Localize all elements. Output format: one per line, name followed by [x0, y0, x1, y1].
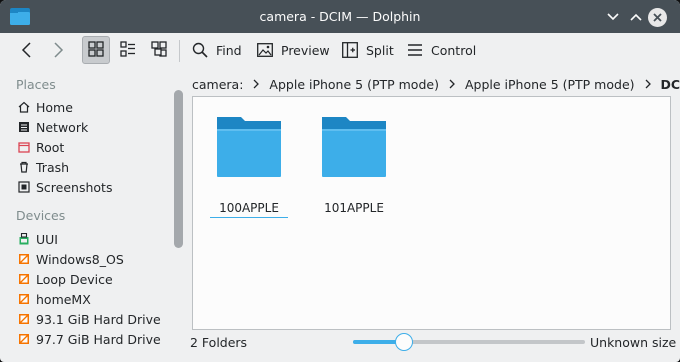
close-icon[interactable]	[648, 8, 667, 27]
status-item-count: 2 Folders	[190, 335, 248, 350]
preview-label: Preview	[281, 42, 330, 58]
back-button[interactable]	[20, 35, 34, 65]
arrow-right-icon	[51, 42, 65, 58]
device-item-label: UUI	[36, 231, 58, 247]
place-item-network[interactable]: Network	[18, 117, 88, 137]
places-section-title: Places	[16, 77, 56, 92]
search-icon	[192, 42, 208, 58]
breadcrumb-item-camera[interactable]: camera:	[192, 77, 243, 92]
toolbar-separator	[179, 40, 180, 62]
place-item-root[interactable]: Root	[18, 137, 64, 157]
forward-button[interactable]	[51, 35, 65, 65]
trash-icon	[18, 161, 30, 173]
device-item-label: 93.1 GiB Hard Drive	[36, 311, 161, 327]
place-item-label: Trash	[36, 159, 70, 175]
device-item-93gib-drive[interactable]: 93.1 GiB Hard Drive	[18, 309, 161, 329]
image-preview-icon	[257, 43, 273, 57]
details-view-icon	[151, 40, 167, 60]
control-label: Control	[431, 42, 477, 58]
hard-drive-icon	[18, 293, 30, 305]
places-scrollbar[interactable]	[174, 90, 183, 248]
device-item-label: Loop Device	[36, 271, 113, 287]
selection-underline	[210, 217, 288, 218]
network-icon	[18, 121, 30, 133]
folder-item-100apple[interactable]: 100APPLE	[204, 111, 294, 221]
preview-button[interactable]: Preview	[257, 35, 330, 65]
minimize-icon[interactable]	[604, 8, 622, 26]
place-item-trash[interactable]: Trash	[18, 157, 69, 177]
zoom-slider-handle[interactable]	[395, 333, 414, 351]
folder-icon	[320, 111, 388, 182]
chevron-right-icon	[449, 79, 455, 89]
split-label: Split	[366, 42, 394, 58]
folder-icon	[215, 111, 283, 182]
place-item-label: Root	[36, 139, 65, 155]
folder-name: 101APPLE	[324, 201, 384, 215]
compact-view-icon	[120, 40, 136, 60]
place-item-label: Network	[36, 119, 89, 135]
device-item-uui[interactable]: UUI	[18, 229, 58, 249]
file-view[interactable]: 100APPLE 101APPLE	[192, 96, 671, 330]
hard-drive-icon	[18, 313, 30, 325]
main-toolbar: Find Preview Split Control	[0, 33, 680, 68]
find-button[interactable]: Find	[192, 35, 242, 65]
maximize-icon[interactable]	[627, 8, 645, 26]
status-free-space: Unknown size	[590, 335, 677, 350]
details-view-button[interactable]	[145, 36, 173, 64]
place-item-home[interactable]: Home	[18, 97, 73, 117]
control-button[interactable]: Control	[407, 35, 476, 65]
grid-view-icon	[88, 40, 104, 60]
usb-drive-icon	[18, 233, 30, 245]
place-item-label: Home	[36, 99, 73, 115]
arrow-left-icon	[20, 42, 34, 58]
folder-item-101apple[interactable]: 101APPLE	[309, 111, 399, 221]
place-item-screenshots[interactable]: Screenshots	[18, 177, 112, 197]
dolphin-window: camera - DCIM — Dolphin Find Preview Spl…	[0, 0, 680, 362]
place-item-label: Screenshots	[36, 179, 113, 195]
screenshots-icon	[18, 181, 30, 193]
device-item-label: Windows8_OS	[36, 251, 124, 267]
find-label: Find	[216, 42, 242, 58]
devices-section-title: Devices	[16, 208, 66, 223]
device-item-label: homeMX	[36, 291, 91, 307]
split-view-icon	[342, 42, 358, 58]
hard-drive-icon	[18, 253, 30, 265]
device-item-loop-device[interactable]: Loop Device	[18, 269, 113, 289]
compact-view-button[interactable]	[114, 36, 142, 64]
window-title: camera - DCIM — Dolphin	[259, 9, 421, 24]
device-item-windows8-os[interactable]: Windows8_OS	[18, 249, 124, 269]
chevron-right-icon	[645, 79, 651, 89]
title-bar[interactable]: camera - DCIM — Dolphin	[0, 0, 680, 33]
icons-view-button[interactable]	[82, 36, 110, 64]
device-item-homemx[interactable]: homeMX	[18, 289, 91, 309]
breadcrumb-item-device[interactable]: Apple iPhone 5 (PTP mode)	[269, 77, 439, 92]
folder-name: 100APPLE	[219, 201, 279, 215]
hard-drive-icon	[18, 273, 30, 285]
breadcrumb-item-storage[interactable]: Apple iPhone 5 (PTP mode)	[465, 77, 635, 92]
chevron-right-icon	[253, 79, 260, 89]
hamburger-menu-icon	[407, 43, 423, 57]
breadcrumb: camera: Apple iPhone 5 (PTP mode) Apple …	[192, 74, 680, 94]
root-folder-icon	[18, 141, 30, 153]
home-icon	[18, 101, 30, 113]
breadcrumb-item-dcim[interactable]: DCIM	[661, 77, 680, 92]
split-button[interactable]: Split	[342, 35, 394, 65]
